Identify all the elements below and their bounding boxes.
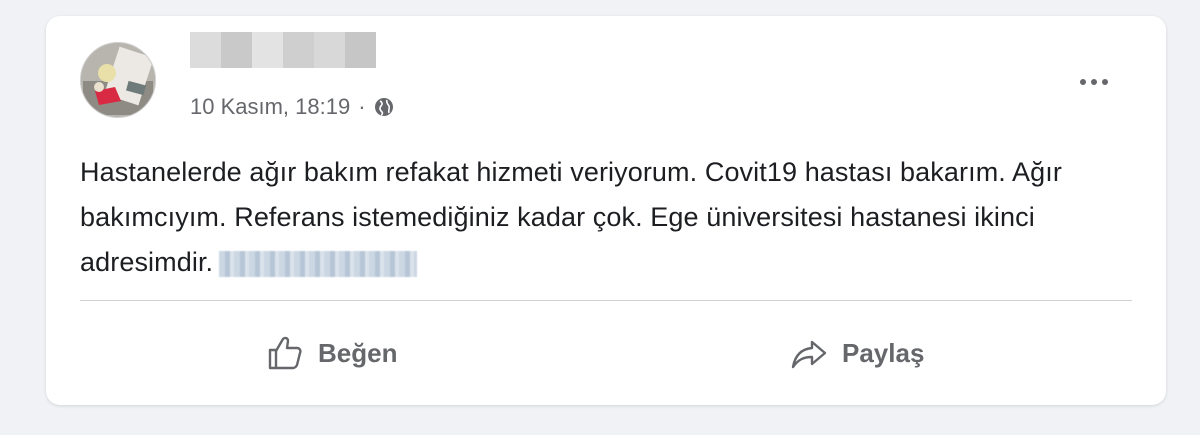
post-timestamp[interactable]: 10 Kasım, 18:19 <box>190 94 350 120</box>
action-divider <box>80 300 1132 301</box>
post-meta: 10 Kasım, 18:19 · <box>190 94 394 120</box>
share-label: Paylaş <box>842 337 925 368</box>
meta-separator: · <box>358 94 366 119</box>
like-label: Beğen <box>318 337 398 368</box>
like-button[interactable]: Beğen <box>266 326 397 380</box>
share-arrow-icon <box>790 334 828 372</box>
share-button[interactable]: Paylaş <box>790 326 924 380</box>
author-avatar[interactable] <box>80 42 156 118</box>
author-name-redacted[interactable] <box>190 32 376 68</box>
post-body: Hastanelerde ağır bakım refakat hizmeti … <box>80 150 1130 285</box>
globe-icon[interactable] <box>374 97 394 117</box>
thumbs-up-icon <box>266 334 304 372</box>
more-options-icon[interactable] <box>1074 62 1114 102</box>
avatar-image <box>81 43 155 117</box>
phone-number-redacted <box>219 250 418 277</box>
post-card: 10 Kasım, 18:19 · Hastanelerde ağır bakı… <box>46 16 1166 405</box>
